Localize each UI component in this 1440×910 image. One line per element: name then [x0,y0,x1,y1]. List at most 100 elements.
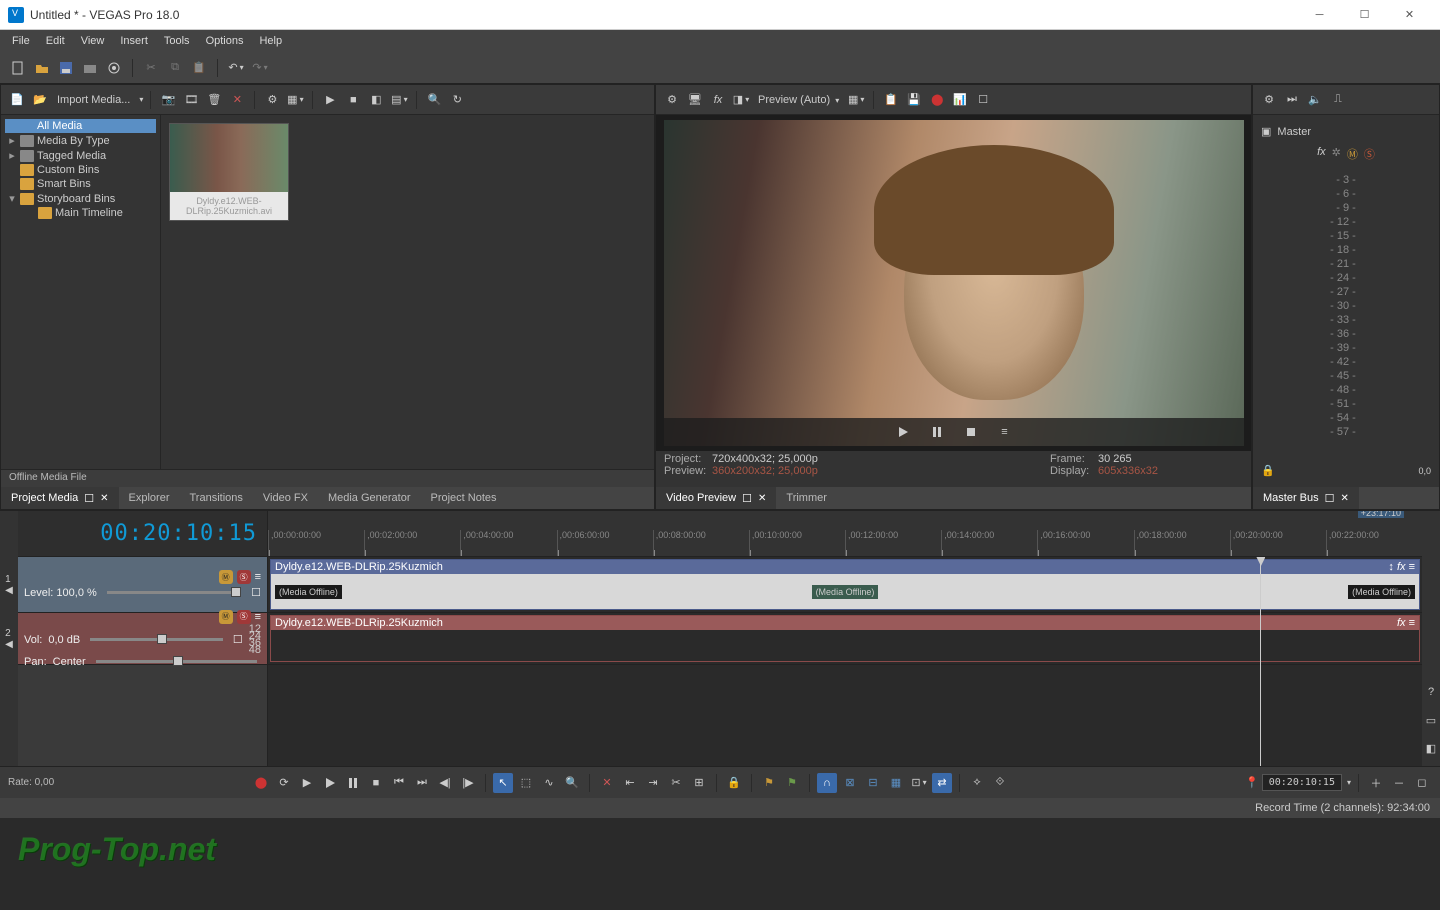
tab-video-fx[interactable]: Video FX [253,487,318,509]
preview-pause-icon[interactable] [927,422,947,442]
audio-track-header[interactable]: Ⓜ Ⓢ ≡ Vol: 0,0 dB ☐ 1224 3648 Pan: Ce [18,613,267,665]
open-button[interactable] [32,58,52,78]
lock-icon[interactable]: 🔒 [724,773,744,793]
snap-events-icon[interactable]: ▦ [886,773,906,793]
stop-icon[interactable]: ■ [366,773,386,793]
zoom-out-icon[interactable]: － [1389,773,1409,793]
minimize-button[interactable]: ─ [1297,1,1342,29]
zoom-in-icon[interactable]: ＋ [1366,773,1386,793]
capture-icon[interactable]: 📷 [158,90,178,110]
trim-start-icon[interactable]: ⇤ [620,773,640,793]
play-start-icon[interactable]: ▶ [297,773,317,793]
tree-custom[interactable]: Custom Bins [5,163,156,177]
autopreview-icon[interactable]: ◧ [366,90,386,110]
track-solo-button[interactable]: Ⓢ [237,610,251,624]
preview-props-icon[interactable]: ⚙ [662,90,682,110]
preview-play-icon[interactable] [893,422,913,442]
autoripple-icon[interactable]: ⇄ [932,773,952,793]
undock-icon[interactable]: ☐ [84,492,94,505]
menu-tools[interactable]: Tools [156,32,198,50]
record-icon[interactable]: ⬤ [251,773,271,793]
tree-all-media[interactable]: All Media [5,119,156,133]
timeline-split-icon[interactable]: ▭ [1421,710,1440,730]
tool-delete-icon[interactable]: ✕ [597,773,617,793]
copy-snapshot-icon[interactable]: 📋 [881,90,901,110]
undock-icon[interactable]: ☐ [742,492,752,505]
vol-slider[interactable] [90,638,223,641]
snap-grid-icon[interactable]: ⊠ [840,773,860,793]
tab-media-generator[interactable]: Media Generator [318,487,421,509]
autocross-icon[interactable]: ⟐ [990,773,1010,793]
prev-frame-icon[interactable]: ◀| [435,773,455,793]
track-menu-icon[interactable]: ≡ [255,571,261,583]
mute-icon[interactable]: Ⓜ [1347,146,1358,162]
audio-clip[interactable]: Dyldy.e12.WEB-DLRip.25Kuzmichfx ≡ [270,615,1420,662]
tab-explorer[interactable]: Explorer [119,487,180,509]
play-media-icon[interactable]: ▶ [320,90,340,110]
paste-button[interactable]: 📋 [189,58,209,78]
normal-edit-icon[interactable]: ↖ [493,773,513,793]
import-icon[interactable]: 📂 [30,90,50,110]
selection-edit-icon[interactable]: ⬚ [516,773,536,793]
close-icon[interactable]: ✕ [100,493,108,504]
redo-button[interactable]: ↷▾ [250,58,270,78]
fx-icon[interactable]: fx [1317,146,1326,162]
preview-stop-icon[interactable] [961,422,981,442]
main-timecode[interactable]: 00:20:10:15 [18,511,267,557]
region-icon[interactable]: ⚑ [782,773,802,793]
tab-project-media[interactable]: Project Media ☐ ✕ [1,487,119,509]
render-button[interactable] [80,58,100,78]
dim-icon[interactable]: 🔈 [1305,90,1325,110]
zoom-fit-icon[interactable]: ◻ [1412,773,1432,793]
menu-view[interactable]: View [73,32,113,50]
menu-help[interactable]: Help [251,32,290,50]
scopes-icon[interactable]: 📊 [950,90,970,110]
save-snapshot-icon[interactable]: 💾 [904,90,924,110]
downmix-icon[interactable]: ⏭ [1282,90,1302,110]
import-media-button[interactable]: Import Media... [53,94,134,106]
quantize-icon[interactable]: ⊡▾ [909,773,929,793]
track-number-1[interactable]: 1◀ [0,557,18,613]
master-props-icon[interactable]: ⚙ [1259,90,1279,110]
playhead[interactable] [1260,557,1261,766]
tab-project-notes[interactable]: Project Notes [421,487,507,509]
tree-tagged[interactable]: ▸Tagged Media [5,148,156,163]
close-button[interactable]: ✕ [1387,1,1432,29]
menu-edit[interactable]: Edit [38,32,73,50]
media-settings-icon[interactable]: ⚙ [262,90,282,110]
snap-icon[interactable]: ∩ [817,773,837,793]
split-screen-icon[interactable]: ◨▾ [731,90,751,110]
timeline-fit-icon[interactable]: ◧ [1421,738,1440,758]
track-menu-icon[interactable]: ≡ [255,611,261,623]
menu-file[interactable]: File [4,32,38,50]
copy-button[interactable]: ⧉ [165,58,185,78]
menu-options[interactable]: Options [198,32,252,50]
track-box-icon[interactable]: ☐ [251,586,261,599]
faders-icon[interactable]: ⎍ [1328,90,1348,110]
track-solo-button[interactable]: Ⓢ [237,570,251,584]
get-media-icon[interactable]: 🎞 [181,90,201,110]
clip-fx-icon[interactable]: ↕ fx ≡ [1388,561,1415,573]
track-box-icon[interactable]: ☐ [233,633,243,646]
record-button-icon[interactable]: ⬤ [927,90,947,110]
tree-main-timeline[interactable]: Main Timeline [23,206,156,220]
master-output-icon[interactable]: ▣ [1261,125,1271,138]
level-slider[interactable] [107,591,241,594]
zoom-icon[interactable]: 🔍 [562,773,582,793]
crossfade-icon[interactable]: ⟡ [967,773,987,793]
solo-icon[interactable]: Ⓢ [1364,146,1375,162]
refresh-icon[interactable]: ↻ [447,90,467,110]
snap-markers-icon[interactable]: ⊟ [863,773,883,793]
cut-button[interactable]: ✂ [141,58,161,78]
audio-track-lane[interactable]: Dyldy.e12.WEB-DLRip.25Kuzmichfx ≡ [268,613,1422,665]
media-props-icon[interactable]: 📄 [7,90,27,110]
overlays-icon[interactable]: ▦▾ [846,90,866,110]
close-icon[interactable]: ✕ [1341,493,1349,504]
views-icon[interactable]: ▦▾ [285,90,305,110]
remove-icon[interactable]: 🗑 [204,90,224,110]
preview-menu-icon[interactable]: ≡ [995,422,1015,442]
lock-icon[interactable]: 🔒 [1261,464,1275,477]
preview-quality-button[interactable]: Preview (Auto) ▾ [754,94,843,106]
go-start-icon[interactable]: ⏮ [389,773,409,793]
play-icon[interactable] [320,773,340,793]
